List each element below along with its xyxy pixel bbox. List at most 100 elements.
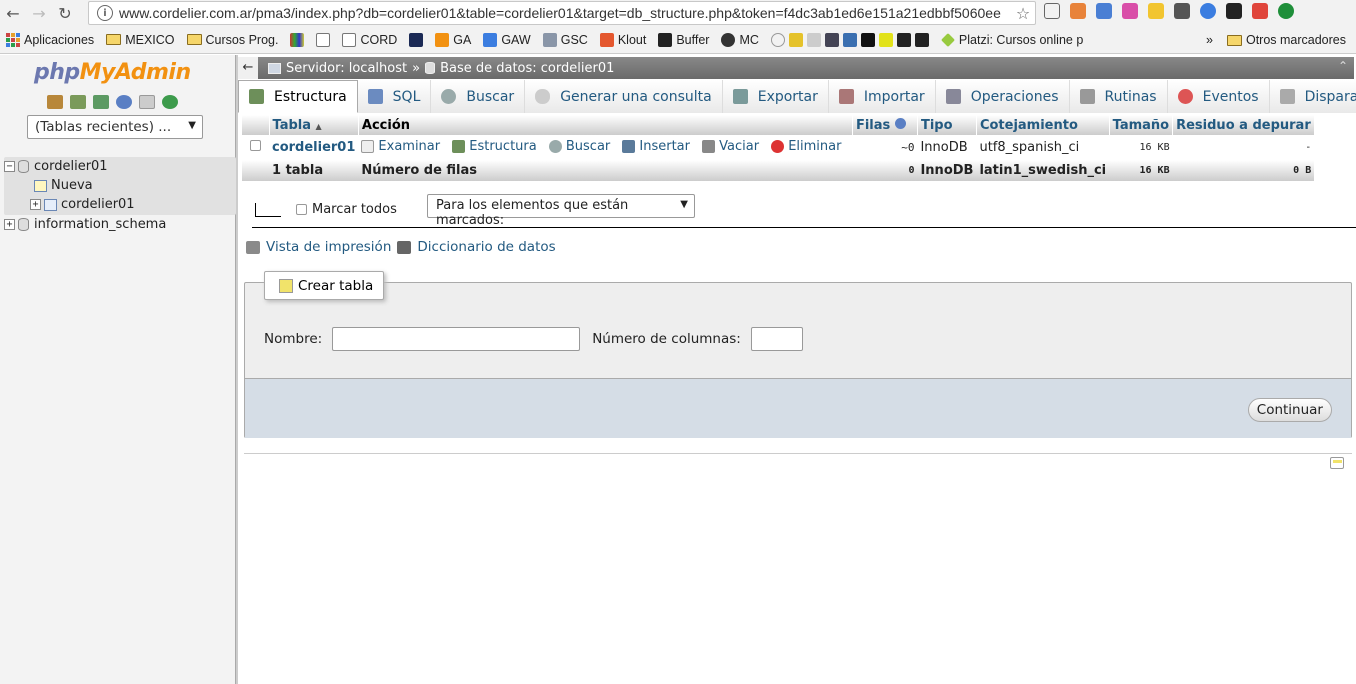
buffer-extension-icon[interactable] <box>1226 3 1242 19</box>
tab-generar-consulta[interactable]: Generar una consulta <box>525 80 723 113</box>
action-eliminar[interactable]: Eliminar <box>771 139 841 154</box>
table-name-input[interactable] <box>332 327 581 351</box>
create-table-fields: Nombre: Número de columnas: <box>264 327 803 351</box>
bookmark-platzi[interactable]: Platzi: Cursos online p <box>935 33 1089 47</box>
create-table-footer: Continuar <box>245 378 1351 438</box>
column-header-tabla[interactable]: Tabla ▲ <box>269 115 359 135</box>
columns-label: Número de columnas: <box>592 331 741 347</box>
tab-rutinas[interactable]: Rutinas <box>1069 80 1168 113</box>
reload-icon[interactable]: ↻ <box>52 0 78 26</box>
bookmark-icon <box>824 32 839 47</box>
extension-icon[interactable] <box>1148 3 1164 19</box>
tab-sql[interactable]: SQL <box>357 80 432 113</box>
extension-icon[interactable] <box>1174 3 1190 19</box>
row-size[interactable]: 16 KB <box>1109 135 1173 160</box>
column-header-cotejamiento[interactable]: Cotejamiento <box>976 115 1110 135</box>
tree-table-cordelier01[interactable]: + cordelier01 <box>4 195 236 214</box>
collapse-icon[interactable]: − <box>4 161 15 172</box>
create-table-legend: Crear tabla <box>264 271 385 300</box>
collapse-top-icon[interactable]: ⌃ <box>1338 59 1348 73</box>
expand-icon[interactable]: + <box>30 199 41 210</box>
with-selected-select[interactable]: Para los elementos que están marcados: ▼ <box>427 194 695 228</box>
expand-icon[interactable]: + <box>4 219 15 230</box>
extension-icon[interactable] <box>1122 3 1138 19</box>
bookmark-ga[interactable]: GA <box>429 32 477 47</box>
bookmark-mc[interactable]: MC <box>715 32 764 47</box>
tab-exportar[interactable]: Exportar <box>722 80 829 113</box>
breadcrumb: Servidor: localhost » Base de datos: cor… <box>258 61 614 76</box>
action-buscar[interactable]: Buscar <box>548 139 610 154</box>
row-collation: utf8_spanish_ci <box>976 135 1110 160</box>
breadcrumb-server[interactable]: Servidor: localhost <box>286 61 407 76</box>
help-icon[interactable] <box>116 95 132 109</box>
bookmark-star-icon[interactable]: ☆ <box>1011 4 1035 23</box>
bookmark-cursos[interactable]: Cursos Prog. <box>181 33 285 47</box>
data-dictionary-link[interactable]: Diccionario de datos <box>417 239 555 255</box>
bookmark-page[interactable] <box>310 32 336 47</box>
bookmark-star[interactable] <box>403 32 429 47</box>
bookmark-mexico[interactable]: MEXICO <box>100 33 180 47</box>
column-header-tipo[interactable]: Tipo <box>917 115 977 135</box>
action-estructura[interactable]: Estructura <box>452 139 537 154</box>
num-columns-input[interactable] <box>750 327 803 351</box>
action-insertar[interactable]: Insertar <box>622 139 690 154</box>
routines-icon <box>1079 89 1095 104</box>
info-icon[interactable]: i <box>97 5 113 21</box>
help-icon[interactable] <box>894 117 906 129</box>
bookmark-color[interactable] <box>284 32 310 47</box>
print-view-link[interactable]: Vista de impresión <box>266 239 391 255</box>
back-arrow-icon[interactable]: ← <box>0 0 26 26</box>
more-bookmarks-button[interactable]: » <box>1206 33 1213 47</box>
table-name-link[interactable]: cordelier01 <box>272 140 355 155</box>
tree-db-cordelier01[interactable]: − cordelier01 <box>4 157 236 176</box>
tab-estructura[interactable]: Estructura <box>238 80 358 113</box>
console-icon[interactable] <box>1330 457 1344 469</box>
recent-tables-select[interactable]: (Tablas recientes) ... ▼ <box>27 115 203 139</box>
extension-icon[interactable] <box>1200 3 1216 19</box>
bookmark-buffer[interactable]: Buffer <box>652 32 715 47</box>
action-examinar[interactable]: Examinar <box>361 139 440 154</box>
address-bar[interactable]: i www.cordelier.com.ar/pma3/index.php?db… <box>88 1 1036 25</box>
action-vaciar[interactable]: Vaciar <box>702 139 759 154</box>
forward-arrow-icon[interactable]: → <box>26 0 52 26</box>
bookmark-misc[interactable] <box>765 32 935 47</box>
tab-disparadores[interactable]: Disparadores <box>1269 80 1356 113</box>
reload-nav-icon[interactable] <box>162 95 178 109</box>
check-all-checkbox[interactable] <box>296 204 307 215</box>
tab-eventos[interactable]: Eventos <box>1167 80 1270 113</box>
extension-icon[interactable] <box>1070 3 1086 19</box>
bookmark-gaw[interactable]: GAW <box>477 32 536 47</box>
bookmark-gsc[interactable]: GSC <box>537 32 594 47</box>
phpmyadmin-logo[interactable]: phpMyAdmin <box>34 60 191 85</box>
logout-icon[interactable] <box>70 95 86 109</box>
column-header-tamano[interactable]: Tamaño <box>1109 115 1174 135</box>
other-bookmarks-button[interactable]: Otros marcadores <box>1226 33 1346 47</box>
new-table-icon <box>279 278 293 293</box>
tree-db-information-schema[interactable]: + information_schema <box>4 215 236 234</box>
cast-icon[interactable] <box>1044 3 1060 19</box>
tab-operaciones[interactable]: Operaciones <box>935 80 1070 113</box>
wrench-icon <box>945 89 961 104</box>
continue-button[interactable]: Continuar <box>1247 398 1332 422</box>
tab-buscar[interactable]: Buscar <box>431 80 526 113</box>
column-header-residuo[interactable]: Residuo a depurar <box>1172 115 1315 135</box>
update-icon[interactable] <box>1278 3 1294 19</box>
back-arrow-icon[interactable]: ← <box>238 57 258 79</box>
table-header-row: Tabla ▲ Acción Filas Tipo Cotejamiento T… <box>242 115 1315 135</box>
extension-icon[interactable] <box>1096 3 1112 19</box>
bookmark-apps[interactable]: Aplicaciones <box>0 32 100 47</box>
home-icon[interactable] <box>47 95 63 109</box>
bookmark-klout[interactable]: Klout <box>594 32 653 47</box>
check-all[interactable]: Marcar todos <box>296 202 397 217</box>
docs-icon[interactable] <box>139 95 155 109</box>
row-checkbox[interactable] <box>250 140 261 151</box>
breadcrumb-database[interactable]: Base de datos: cordelier01 <box>440 61 614 76</box>
tree-new-table[interactable]: Nueva <box>4 176 236 195</box>
url-text[interactable]: www.cordelier.com.ar/pma3/index.php?db=c… <box>119 5 1011 21</box>
column-header-filas[interactable]: Filas <box>852 115 918 135</box>
chevron-down-icon: ▼ <box>188 120 196 131</box>
sql-query-icon[interactable] <box>93 95 109 109</box>
extension-icon[interactable] <box>1252 3 1268 19</box>
bookmark-cord[interactable]: CORD <box>336 32 403 47</box>
tab-importar[interactable]: Importar <box>828 80 936 113</box>
